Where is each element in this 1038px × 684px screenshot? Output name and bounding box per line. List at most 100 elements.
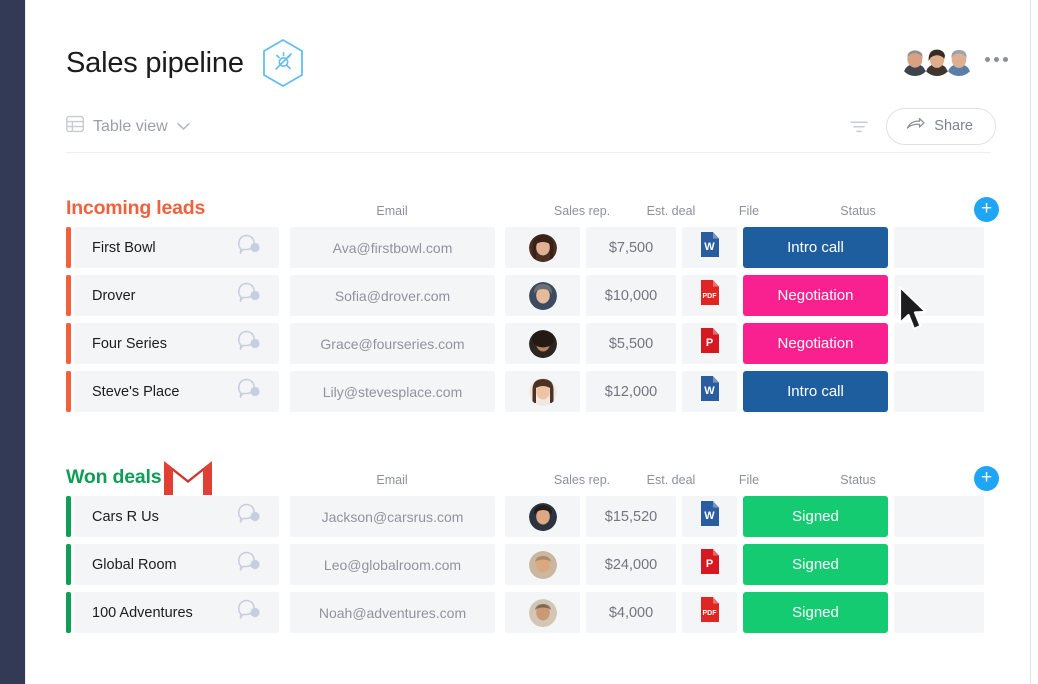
cell-est-deal[interactable]: $4,000: [586, 592, 676, 633]
cell-item-name[interactable]: Cars R Us: [74, 496, 279, 537]
cell-file[interactable]: P: [682, 544, 737, 585]
filter-icon[interactable]: [850, 120, 868, 134]
column-header-est-deal[interactable]: Est. deal: [647, 204, 696, 218]
cell-est-deal[interactable]: $12,000: [586, 371, 676, 412]
cell-sales-rep[interactable]: [505, 323, 580, 364]
table-row[interactable]: 100 Adventures Noah@adventures.com $4,000 P…: [66, 592, 991, 633]
cell-est-deal[interactable]: $7,500: [586, 227, 676, 268]
cell-item-name[interactable]: First Bowl: [74, 227, 279, 268]
share-button[interactable]: Share: [886, 108, 996, 145]
cell-sales-rep[interactable]: [505, 275, 580, 316]
cell-email[interactable]: Sofia@drover.com: [290, 275, 495, 316]
cell-est-deal[interactable]: $10,000: [586, 275, 676, 316]
conversation-icon[interactable]: [237, 551, 263, 578]
cell-empty[interactable]: [894, 592, 984, 633]
cell-item-name[interactable]: Drover: [74, 275, 279, 316]
file-icon-word[interactable]: W: [699, 500, 721, 533]
cell-sales-rep[interactable]: [505, 371, 580, 412]
status-badge[interactable]: Signed: [743, 544, 888, 585]
status-badge[interactable]: Intro call: [743, 371, 888, 412]
file-icon-pdf[interactable]: PDF: [699, 596, 721, 629]
more-options-icon[interactable]: [985, 57, 1008, 62]
table-row[interactable]: Global Room Leo@globalroom.com $24,000 P Sig…: [66, 544, 991, 585]
status-badge[interactable]: Intro call: [743, 227, 888, 268]
table-row[interactable]: Cars R Us Jackson@carsrus.com $15,520 W Sign…: [66, 496, 991, 537]
avatar[interactable]: [944, 46, 974, 76]
sales-rep-avatar[interactable]: [529, 599, 557, 627]
left-nav-rail[interactable]: [0, 0, 25, 684]
hexagon-monday-icon[interactable]: [260, 38, 306, 88]
cell-file[interactable]: P: [682, 323, 737, 364]
conversation-icon[interactable]: [237, 599, 263, 626]
cell-email[interactable]: Lily@stevesplace.com: [290, 371, 495, 412]
cell-empty[interactable]: [894, 227, 984, 268]
file-icon-pdf[interactable]: PDF: [699, 279, 721, 312]
cell-empty[interactable]: [894, 323, 984, 364]
cell-file[interactable]: PDF: [682, 275, 737, 316]
file-icon-powerpoint[interactable]: P: [699, 548, 721, 581]
table-row[interactable]: Steve's Place Lily@stevesplace.com $12,000…: [66, 371, 991, 412]
column-header-est-deal[interactable]: Est. deal: [647, 473, 696, 487]
cell-item-name[interactable]: Steve's Place: [74, 371, 279, 412]
column-header-file[interactable]: File: [739, 204, 759, 218]
status-badge[interactable]: Negotiation: [743, 323, 888, 364]
sales-rep-avatar[interactable]: [529, 551, 557, 579]
cell-sales-rep[interactable]: [505, 592, 580, 633]
cell-est-deal[interactable]: $24,000: [586, 544, 676, 585]
status-badge[interactable]: Negotiation: [743, 275, 888, 316]
file-icon-word[interactable]: W: [699, 375, 721, 408]
collaborator-avatars[interactable]: [900, 46, 974, 76]
conversation-icon[interactable]: [237, 378, 263, 405]
add-item-button[interactable]: +: [974, 466, 999, 491]
sales-rep-avatar[interactable]: [529, 330, 557, 358]
cell-sales-rep[interactable]: [505, 544, 580, 585]
cell-sales-rep[interactable]: [505, 496, 580, 537]
column-header-file[interactable]: File: [739, 473, 759, 487]
cell-email[interactable]: Grace@fourseries.com: [290, 323, 495, 364]
table-row[interactable]: Four Series Grace@fourseries.com $5,500 P Ne…: [66, 323, 991, 364]
cell-file[interactable]: W: [682, 496, 737, 537]
view-selector[interactable]: Table view: [66, 115, 190, 138]
sales-rep-avatar[interactable]: [529, 282, 557, 310]
column-header-sales-rep[interactable]: Sales rep.: [554, 204, 610, 218]
file-icon-word[interactable]: W: [699, 231, 721, 264]
column-header-email[interactable]: Email: [376, 473, 407, 487]
cell-item-name[interactable]: Four Series: [74, 323, 279, 364]
sales-rep-avatar[interactable]: [529, 234, 557, 262]
cell-item-name[interactable]: Global Room: [74, 544, 279, 585]
status-badge[interactable]: Signed: [743, 496, 888, 537]
sales-rep-avatar[interactable]: [529, 503, 557, 531]
cell-email[interactable]: Jackson@carsrus.com: [290, 496, 495, 537]
conversation-icon[interactable]: [237, 503, 263, 530]
cell-est-deal[interactable]: $5,500: [586, 323, 676, 364]
cell-sales-rep[interactable]: [505, 227, 580, 268]
column-header-email[interactable]: Email: [376, 204, 407, 218]
sales-rep-avatar[interactable]: [529, 378, 557, 406]
conversation-icon[interactable]: [237, 234, 263, 261]
conversation-icon[interactable]: [237, 282, 263, 309]
cell-email[interactable]: Noah@adventures.com: [290, 592, 495, 633]
cell-empty[interactable]: [894, 544, 984, 585]
cell-est-deal[interactable]: $15,520: [586, 496, 676, 537]
group-title[interactable]: Incoming leads: [66, 197, 205, 220]
status-badge[interactable]: Signed: [743, 592, 888, 633]
cell-empty[interactable]: [894, 275, 984, 316]
column-header-sales-rep[interactable]: Sales rep.: [554, 473, 610, 487]
cell-email[interactable]: Leo@globalroom.com: [290, 544, 495, 585]
cell-file[interactable]: W: [682, 371, 737, 412]
conversation-icon[interactable]: [237, 330, 263, 357]
table-row[interactable]: Drover Sofia@drover.com $10,000 PDF Negotiat…: [66, 275, 991, 316]
table-row[interactable]: First Bowl Ava@firstbowl.com $7,500 W Intro …: [66, 227, 991, 268]
cell-file[interactable]: PDF: [682, 592, 737, 633]
group-title[interactable]: Won deals: [66, 466, 161, 489]
column-header-status[interactable]: Status: [840, 204, 875, 218]
cell-empty[interactable]: [894, 496, 984, 537]
add-item-button[interactable]: +: [974, 197, 999, 222]
cell-item-name[interactable]: 100 Adventures: [74, 592, 279, 633]
cell-file[interactable]: W: [682, 227, 737, 268]
file-icon-powerpoint[interactable]: P: [699, 327, 721, 360]
column-header-status[interactable]: Status: [840, 473, 875, 487]
row-accent-bar: [66, 323, 71, 364]
cell-email[interactable]: Ava@firstbowl.com: [290, 227, 495, 268]
cell-empty[interactable]: [894, 371, 984, 412]
